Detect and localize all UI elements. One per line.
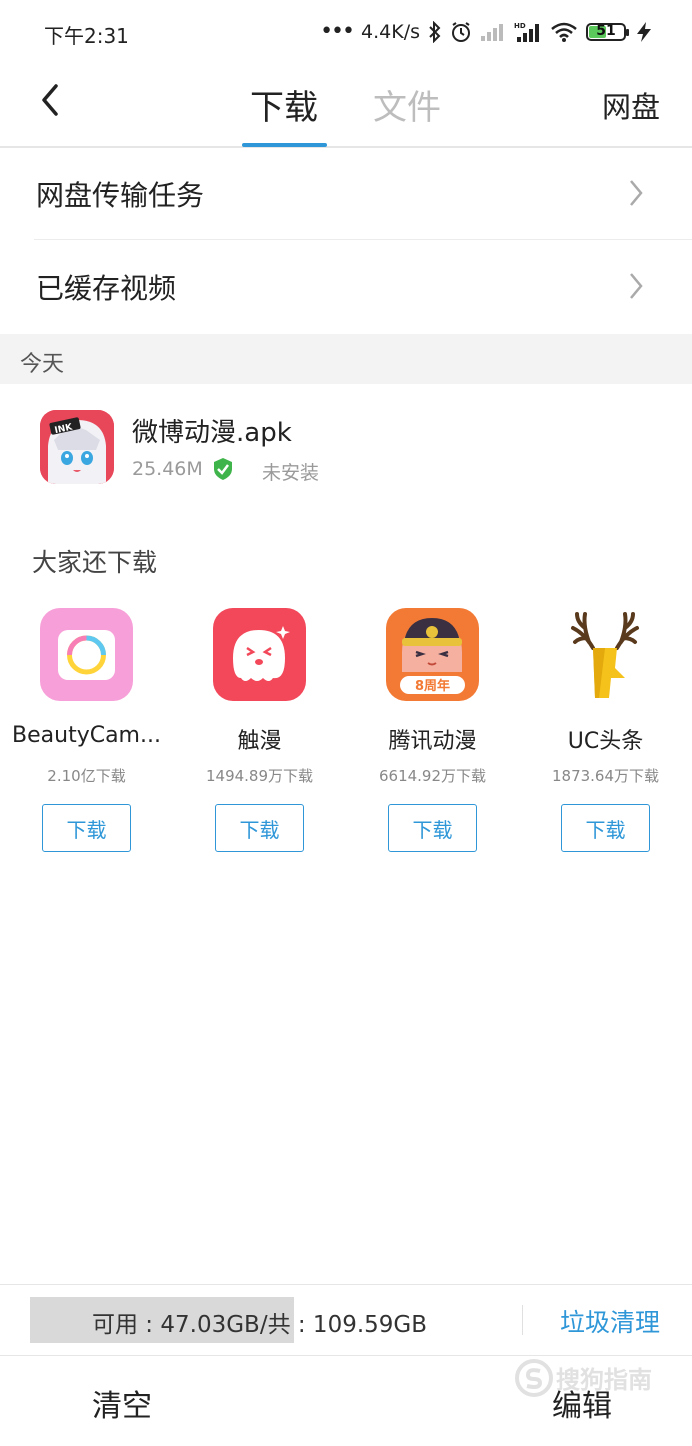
top-nav: 下载 文件 网盘 [0, 66, 692, 148]
menu-item-label: 已缓存视频 [36, 272, 177, 305]
cloud-drive-link[interactable]: 网盘 [602, 84, 660, 126]
chevron-right-icon [630, 273, 643, 299]
download-button[interactable]: 下载 [388, 804, 477, 852]
chevron-right-icon [630, 180, 643, 206]
app-name: 腾讯动漫 [388, 729, 477, 754]
deer-app-icon [559, 608, 652, 701]
tab-files[interactable]: 文件 [373, 80, 441, 129]
anime-character-app-icon: 8周年 [386, 608, 479, 701]
signal-weak-icon [481, 24, 503, 41]
shield-check-icon [214, 458, 232, 480]
divider [34, 239, 692, 240]
ghost-app-icon [213, 608, 306, 701]
download-item[interactable]: INK 微博动漫.apk 25.46M 未安装 [0, 400, 692, 496]
anime-girl-app-icon: INK [40, 410, 114, 484]
divider [522, 1305, 523, 1335]
file-name: 微博动漫.apk [132, 418, 292, 448]
status-time: 下午2:31 [44, 24, 129, 48]
recommend-title: 大家还下载 [32, 548, 158, 577]
svg-text:HD: HD [514, 22, 526, 30]
section-header-today: 今天 [0, 334, 692, 384]
download-button[interactable]: 下载 [561, 804, 650, 852]
battery-icon: 51 [586, 23, 629, 41]
app-name: 触漫 [237, 729, 282, 754]
alarm-icon [452, 22, 470, 42]
section-title: 今天 [20, 352, 65, 377]
signal-hd-icon: HD [514, 22, 539, 42]
app-name: UC头条 [567, 729, 644, 754]
bottom-toolbar: 清空 编辑 [0, 1357, 692, 1446]
recommend-app[interactable]: 8周年 腾讯动漫 6614.92万下载 下载 [346, 606, 519, 856]
chevron-left-icon [42, 84, 58, 116]
status-icons: ••• 4.4K/s HD 51 [320, 18, 654, 46]
install-status: 未安装 [262, 462, 320, 484]
more-dots-icon: ••• [320, 19, 355, 44]
recommend-app[interactable]: UC头条 1873.64万下载 下载 [519, 606, 692, 856]
app-name: BeautyCam... [12, 723, 161, 748]
recommend-app[interactable]: 触漫 1494.89万下载 下载 [173, 606, 346, 856]
junk-clean-button[interactable]: 垃圾清理 [560, 1303, 660, 1339]
back-button[interactable] [34, 78, 74, 122]
edit-button[interactable]: 编辑 [552, 1381, 612, 1425]
active-tab-indicator [242, 143, 327, 147]
menu-item-label: 网盘传输任务 [36, 179, 205, 212]
download-count: 2.10亿下载 [47, 767, 126, 785]
recommend-app[interactable]: BeautyCam... 2.10亿下载 下载 [0, 606, 173, 856]
wifi-icon [551, 22, 577, 42]
battery-level: 51 [596, 23, 616, 39]
anniversary-badge: 8周年 [415, 678, 450, 694]
download-count: 6614.92万下载 [378, 767, 487, 785]
download-count: 1873.64万下载 [551, 767, 660, 785]
menu-item-cached-videos[interactable]: 已缓存视频 [0, 241, 692, 333]
tab-download[interactable]: 下载 [250, 80, 318, 129]
download-button[interactable]: 下载 [215, 804, 304, 852]
camera-app-icon [40, 608, 133, 701]
status-bar: 下午2:31 ••• 4.4K/s HD 51 [0, 0, 692, 66]
charging-icon [637, 22, 651, 42]
bluetooth-icon [429, 21, 441, 43]
download-count: 1494.89万下载 [205, 767, 314, 785]
storage-info: 可用 : 47.03GB/共 : 109.59GB [92, 1312, 428, 1338]
clear-button[interactable]: 清空 [92, 1381, 152, 1425]
download-button[interactable]: 下载 [42, 804, 131, 852]
recommend-app-list: BeautyCam... 2.10亿下载 下载 触漫 1494.89万下载 下载 [0, 606, 692, 866]
menu-item-cloud-transfer[interactable]: 网盘传输任务 [0, 148, 692, 240]
storage-bar: 可用 : 47.03GB/共 : 109.59GB 垃圾清理 [0, 1284, 692, 1356]
file-size: 25.46M [132, 458, 203, 480]
net-speed: 4.4K/s [361, 21, 420, 43]
